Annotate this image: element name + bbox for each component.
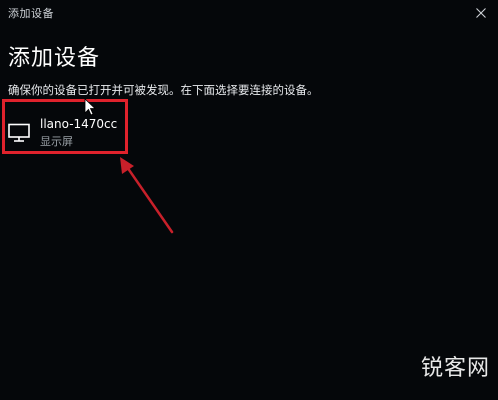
instruction-text: 确保你的设备已打开并可被发现。在下面选择要连接的设备。 (8, 83, 319, 97)
title-bar: 添加设备 (0, 0, 498, 26)
watermark-logo: 锐客网 (420, 356, 490, 381)
close-icon (476, 8, 486, 18)
window-title: 添加设备 (8, 7, 54, 20)
close-button[interactable] (464, 0, 498, 26)
mouse-cursor-icon (84, 98, 96, 116)
add-device-window: 添加设备 添加设备 确保你的设备已打开并可被发现。在下面选择要连接的设备。 ll… (0, 0, 498, 400)
page-title: 添加设备 (8, 46, 101, 71)
annotation-highlight-box (2, 99, 128, 154)
